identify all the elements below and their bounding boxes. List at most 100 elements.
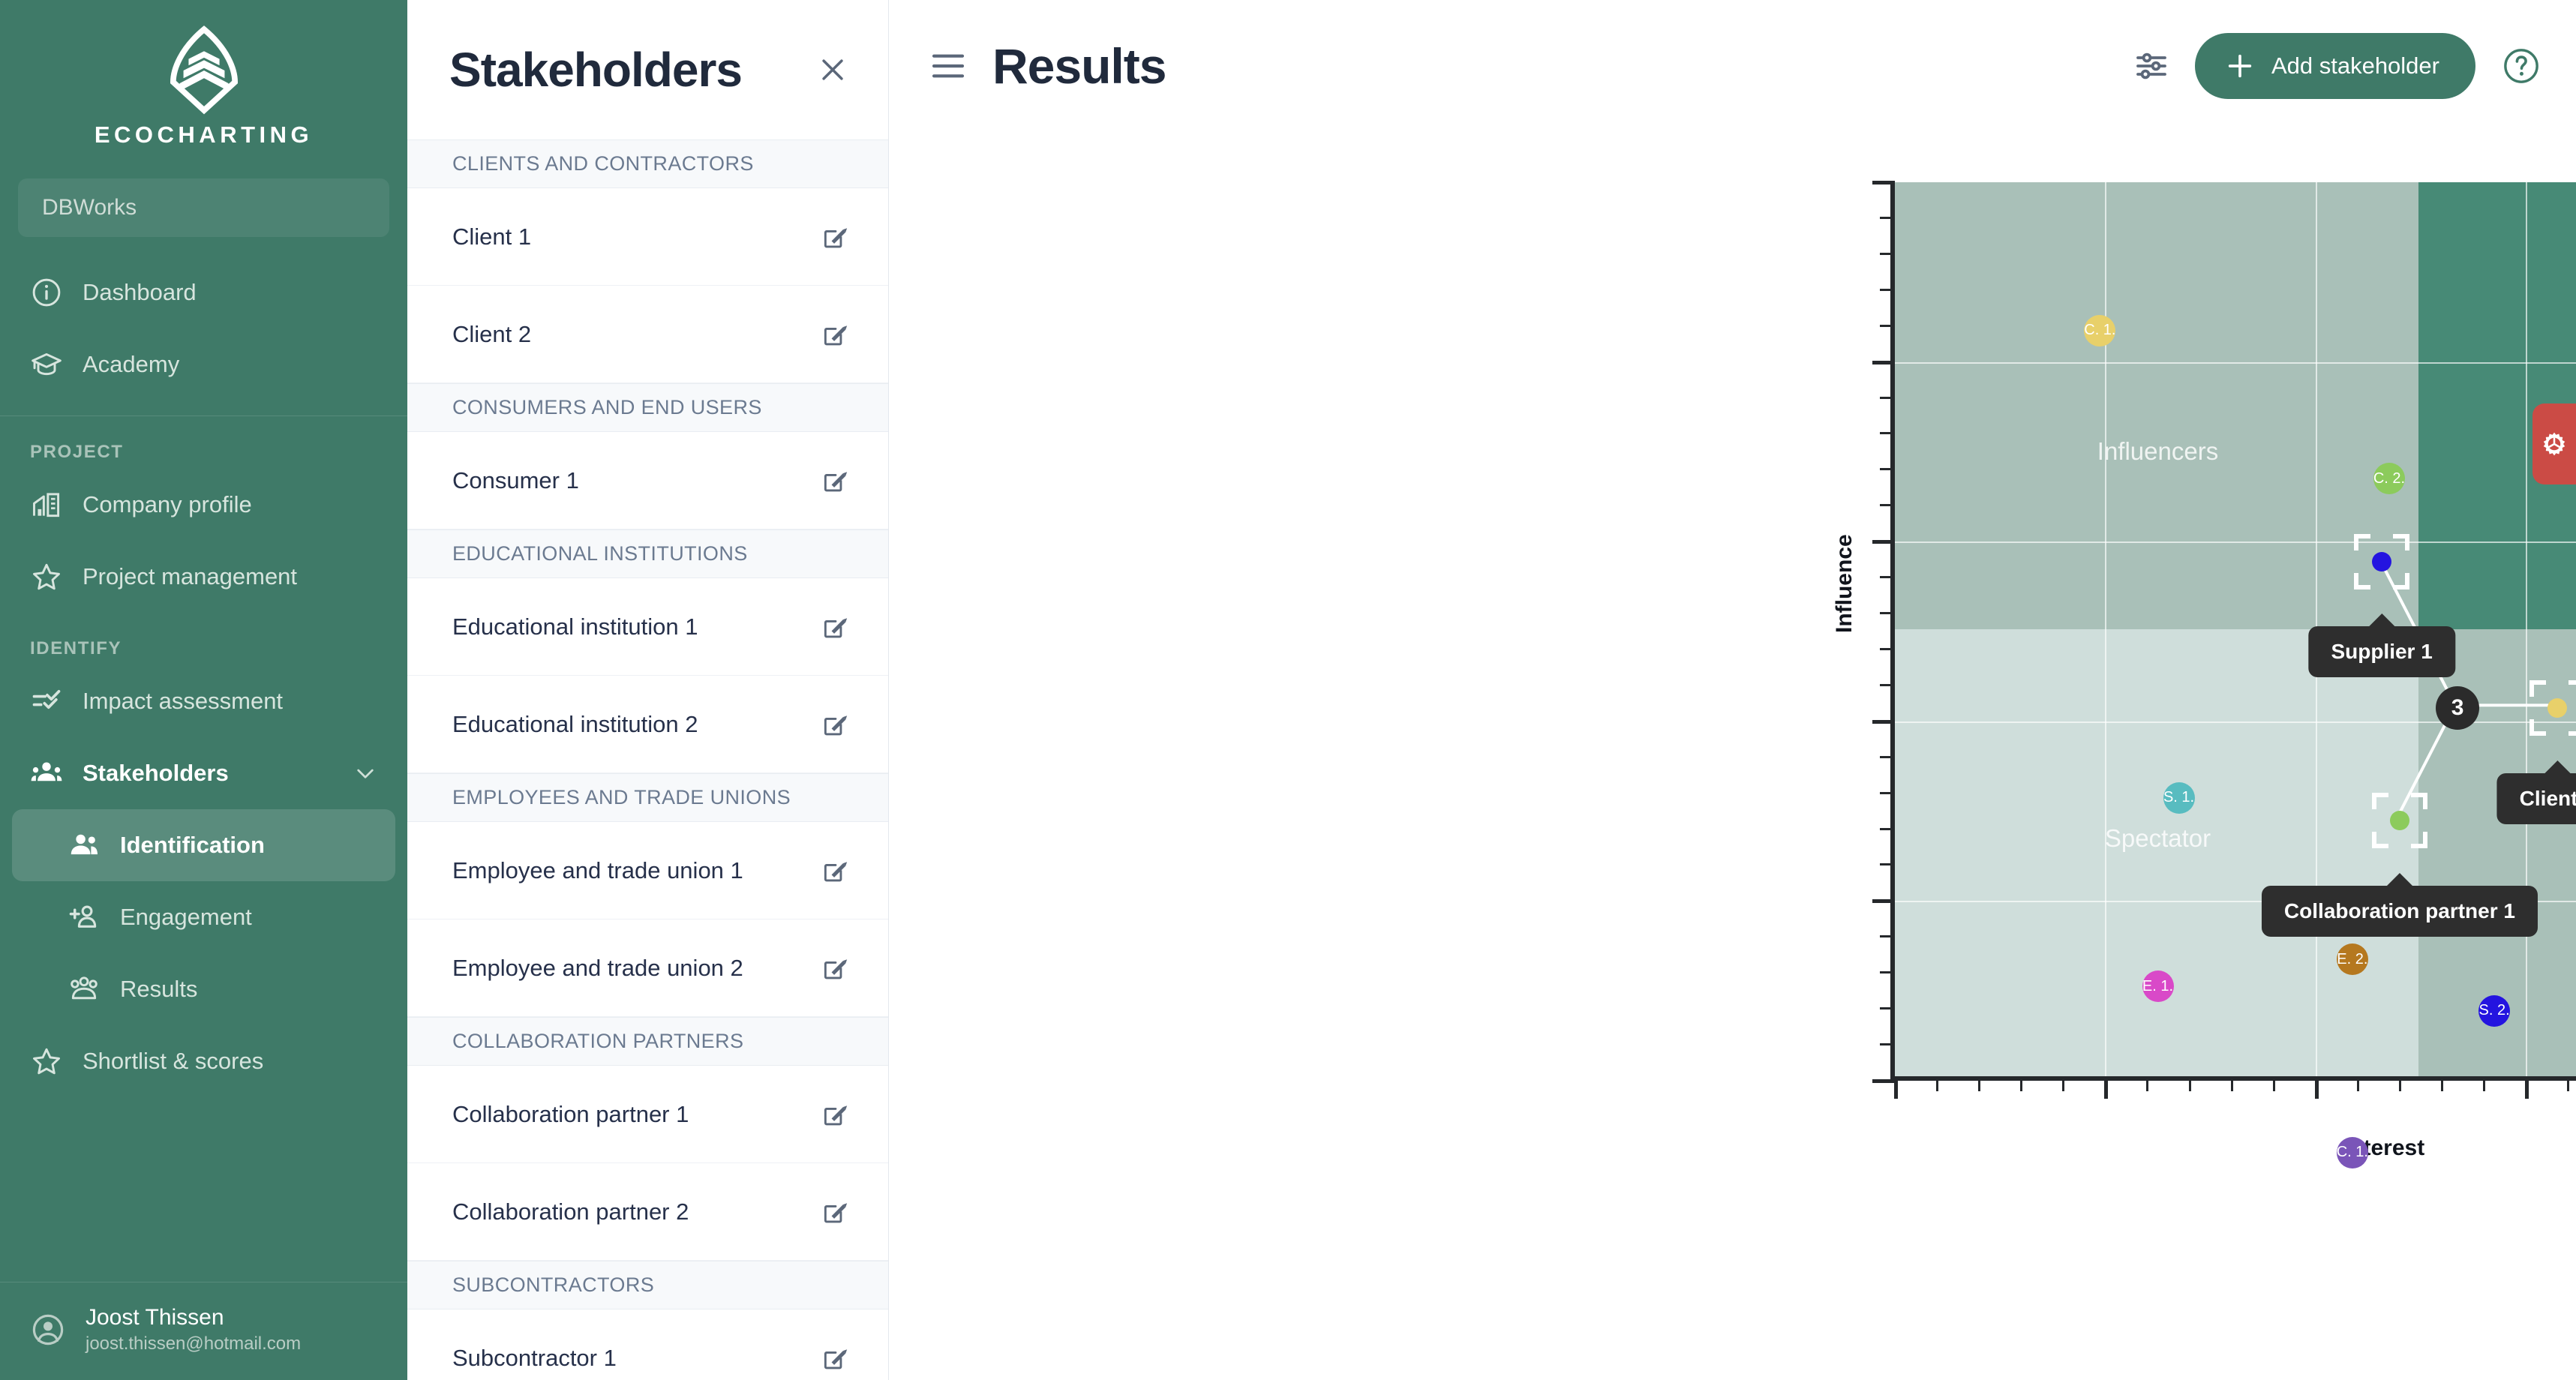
stakeholder-row[interactable]: Client 2	[407, 286, 888, 383]
axis-tick-y	[1880, 971, 1895, 974]
stakeholder-name: Subcontractor 1	[452, 1344, 617, 1371]
user-email: joost.thissen@hotmail.com	[86, 1334, 302, 1354]
sidebar: ECOCHARTING DBWorks Dashboard Academy PR…	[0, 0, 407, 1380]
gear-icon	[2543, 432, 2565, 456]
stakeholder-group-header: EMPLOYEES AND TRADE UNIONS	[407, 773, 888, 822]
axis-label-y: Influence	[1832, 534, 1857, 633]
axis-tick-x	[2567, 1076, 2570, 1091]
edit-pencil-icon[interactable]	[821, 710, 849, 739]
gridline-horizontal	[1895, 901, 2576, 903]
axis-tick-y	[1880, 396, 1895, 399]
sidebar-item-shortlist-scores[interactable]: Shortlist & scores	[12, 1025, 395, 1097]
stakeholder-row[interactable]: Employee and trade union 1	[407, 822, 888, 920]
matrix-point[interactable]: S. 2.	[2478, 994, 2511, 1027]
sidebar-item-identification[interactable]: Identification	[12, 809, 395, 881]
axis-tick-x	[2441, 1076, 2444, 1091]
brand: ECOCHARTING	[0, 0, 407, 162]
project-selector[interactable]: DBWorks	[18, 178, 389, 237]
sidebar-item-company-profile[interactable]: Company profile	[12, 469, 395, 541]
axis-tick-y	[1880, 288, 1895, 291]
sidebar-item-label: Academy	[83, 351, 180, 377]
stakeholder-name: Client 1	[452, 223, 532, 250]
edit-pencil-icon[interactable]	[821, 613, 849, 641]
sidebar-user[interactable]: Joost Thissen joost.thissen@hotmail.com	[0, 1282, 407, 1380]
sidebar-item-results[interactable]: Results	[12, 953, 395, 1025]
axis-tick-y	[1880, 863, 1895, 866]
matrix-point[interactable]: S. 1.	[2163, 782, 2195, 814]
matrix-point[interactable]	[2389, 810, 2409, 830]
app-root: ECOCHARTING DBWorks Dashboard Academy PR…	[0, 0, 2576, 1380]
stakeholders-panel-header: Stakeholders	[407, 0, 888, 140]
sliders-icon[interactable]	[2133, 48, 2169, 84]
sidebar-item-impact-assessment[interactable]: Impact assessment	[12, 665, 395, 737]
page-title: Results	[992, 38, 1166, 94]
stakeholder-row[interactable]: Subcontractor 1	[407, 1310, 888, 1380]
axis-tick-y	[1880, 827, 1895, 830]
stakeholder-row[interactable]: Client 1	[407, 188, 888, 286]
edit-pencil-icon[interactable]	[821, 223, 849, 251]
stakeholder-row[interactable]: Consumer 1	[407, 432, 888, 530]
plus-icon	[2228, 54, 2252, 78]
matrix-point[interactable]: C. 1.	[2084, 314, 2116, 346]
axis-tick-y	[1880, 755, 1895, 758]
pine-leaf-logo	[170, 26, 238, 115]
edit-pencil-icon[interactable]	[821, 1198, 849, 1226]
stakeholder-row[interactable]: Collaboration partner 2	[407, 1163, 888, 1261]
stakeholder-name: Employee and trade union 1	[452, 856, 743, 884]
edit-pencil-icon[interactable]	[821, 466, 849, 495]
gridline-vertical	[2526, 182, 2528, 1076]
relation-count-badge[interactable]: 3	[2436, 686, 2480, 730]
main-content: Results Add stakeholder Influence Intere…	[889, 0, 2576, 1380]
matrix-point[interactable]: E. 1.	[2142, 970, 2174, 1003]
add-stakeholder-button[interactable]: Add stakeholder	[2194, 33, 2475, 99]
stakeholder-name: Educational institution 2	[452, 710, 698, 737]
edit-pencil-icon[interactable]	[821, 1344, 849, 1372]
matrix-point[interactable]: C. 1.	[2337, 1136, 2368, 1168]
sidebar-item-label: Identification	[120, 832, 265, 858]
chevron-down-icon[interactable]	[353, 761, 377, 785]
axis-tick-y	[1880, 612, 1895, 615]
plot-canvas[interactable]: InfluencersKey FiguresSpectatorIntereste…	[1872, 181, 2576, 1168]
axis-tick-x	[2062, 1076, 2065, 1091]
stakeholder-row[interactable]: Employee and trade union 2	[407, 920, 888, 1017]
axis-tick-x	[2483, 1076, 2486, 1091]
axis-tick-x	[2272, 1076, 2275, 1091]
settings-side-tab[interactable]	[2532, 404, 2576, 484]
hamburger-icon[interactable]	[931, 52, 965, 80]
axis-tick-y	[1880, 576, 1895, 579]
edit-pencil-icon[interactable]	[821, 1100, 849, 1129]
axis-tick-y	[1872, 719, 1895, 724]
stakeholder-name: Consumer 1	[452, 466, 579, 494]
axis-tick-x	[1978, 1076, 1981, 1091]
sidebar-group-label-identify: IDENTIFY	[30, 638, 122, 658]
axis-tick-x	[1936, 1076, 1939, 1091]
user-name: Joost Thissen	[86, 1305, 224, 1330]
edit-pencil-icon[interactable]	[821, 856, 849, 885]
stakeholder-row[interactable]: Educational institution 2	[407, 676, 888, 773]
matrix-point[interactable]: C. 2.	[2373, 463, 2405, 495]
axis-tick-y	[1880, 1043, 1895, 1046]
stakeholder-name: Educational institution 1	[452, 613, 698, 640]
topbar-actions: Add stakeholder	[2133, 33, 2541, 99]
edit-pencil-icon[interactable]	[821, 954, 849, 982]
sidebar-item-dashboard[interactable]: Dashboard	[12, 256, 395, 328]
axis-tick-y	[1872, 540, 1895, 544]
stakeholder-row[interactable]: Educational institution 1	[407, 578, 888, 676]
axis-tick-y	[1880, 468, 1895, 471]
matrix-point[interactable]	[2372, 551, 2392, 572]
edit-pencil-icon[interactable]	[821, 320, 849, 349]
matrix-point[interactable]: E. 2.	[2336, 944, 2368, 976]
axis-tick-y	[1880, 216, 1895, 219]
axis-tick-y	[1872, 899, 1895, 904]
sidebar-item-engagement[interactable]: Engagement	[12, 881, 395, 953]
matrix-point[interactable]	[2547, 698, 2568, 718]
sidebar-item-label: Engagement	[120, 904, 252, 930]
stakeholders-panel-title: Stakeholders	[449, 43, 743, 97]
sidebar-item-stakeholders[interactable]: Stakeholders	[12, 737, 395, 809]
question-circle-icon[interactable]	[2501, 46, 2541, 86]
sidebar-item-academy[interactable]: Academy	[12, 328, 395, 400]
stakeholder-row[interactable]: Collaboration partner 1	[407, 1066, 888, 1163]
sidebar-item-project-management[interactable]: Project management	[12, 541, 395, 613]
quadrant-spectator	[1895, 629, 2418, 1076]
close-icon[interactable]	[816, 53, 849, 86]
